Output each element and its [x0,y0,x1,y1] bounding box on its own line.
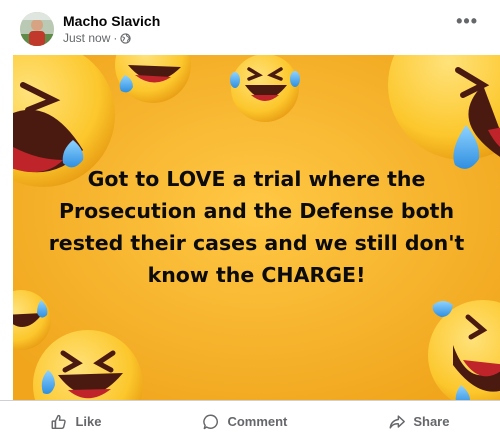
post-caption: Got to LOVE a trial where the Prosecutio… [13,163,500,291]
avatar[interactable] [20,12,54,46]
share-button[interactable]: Share [378,407,459,437]
comment-bubble-icon [203,414,219,429]
post-meta: Just now · [63,31,132,45]
caption-line: rested their cases and we still don't [48,231,465,255]
caption-line: Prosecution and the Defense both [58,199,455,223]
meta-separator: · [113,31,118,45]
like-button[interactable]: Like [40,407,111,437]
post-header: Macho Slavich Just now · ••• [0,0,500,56]
globe-icon [120,32,132,44]
thumbs-up-icon [51,414,67,429]
comment-button[interactable]: Comment [192,407,297,437]
share-arrow-icon [389,414,406,429]
post-image[interactable]: Got to LOVE a trial where the Prosecutio… [13,55,500,400]
author-name[interactable]: Macho Slavich [63,13,160,29]
comment-label: Comment [227,414,288,429]
like-label: Like [75,414,102,429]
laughing-emoji-bottom-right [428,300,500,400]
share-label: Share [413,414,450,429]
post-actions-bar: Like Comment Share [0,400,500,442]
caption-line: know the CHARGE! [147,263,366,287]
caption-line: Got to LOVE a trial where the [87,167,426,191]
facebook-post: Macho Slavich Just now · ••• Got to LOVE… [0,0,500,441]
post-timestamp[interactable]: Just now [63,31,110,45]
more-options-icon[interactable]: ••• [456,12,478,30]
